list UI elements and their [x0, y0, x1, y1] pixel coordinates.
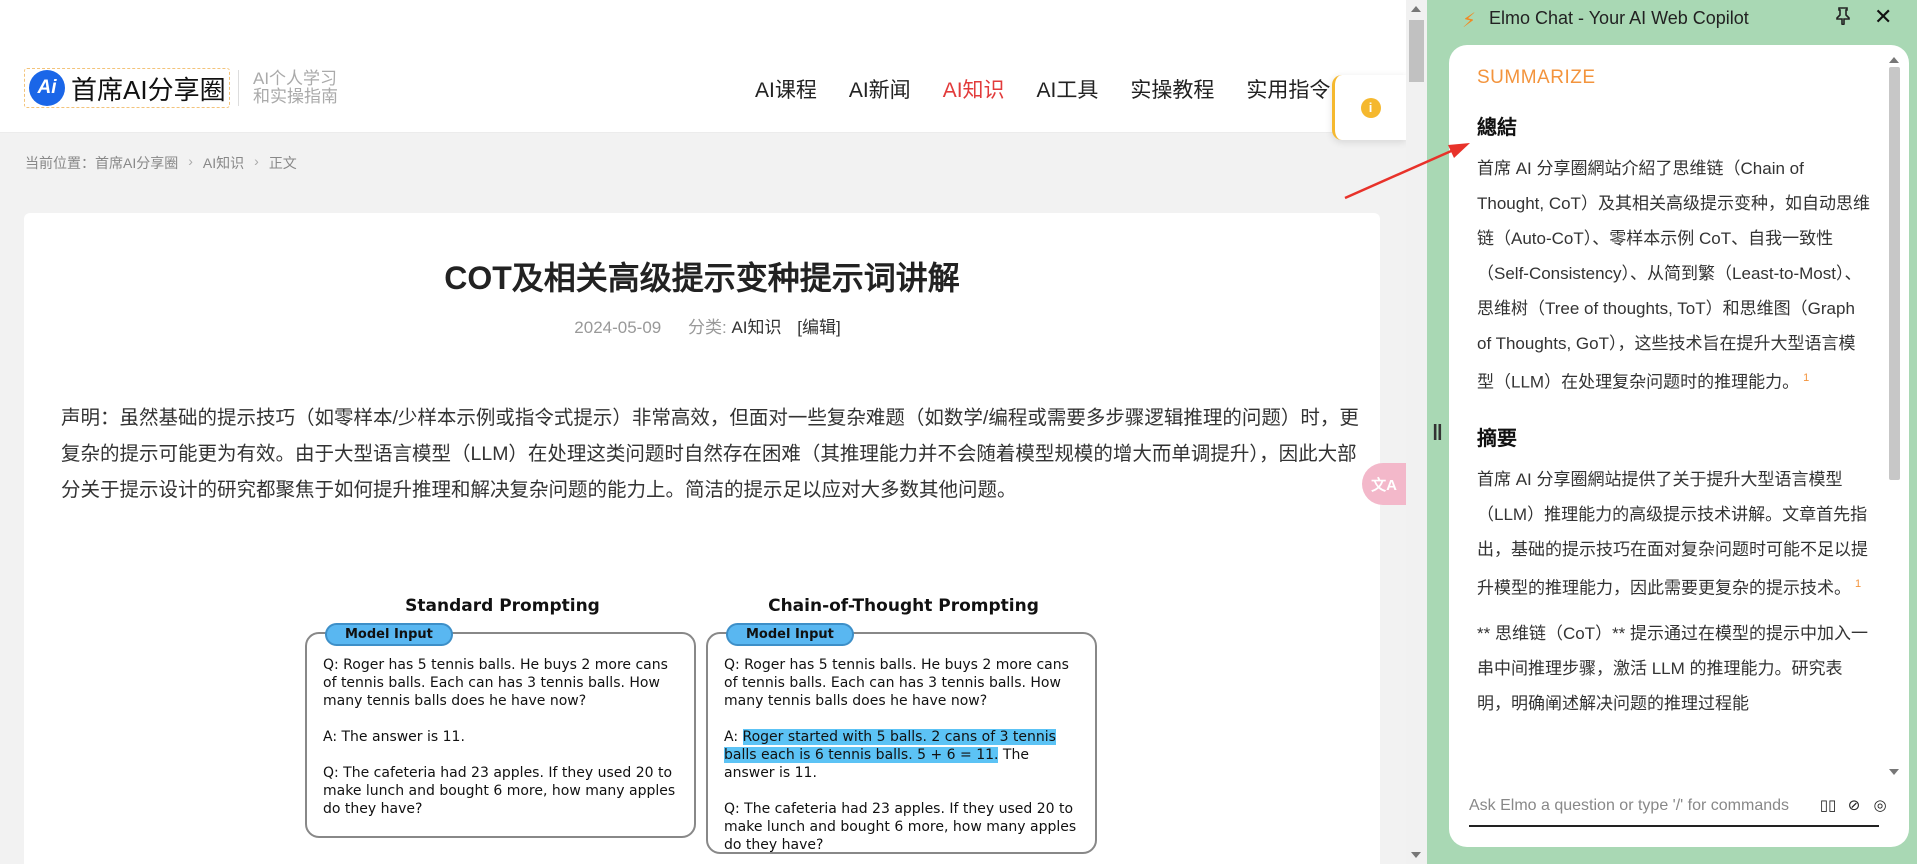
- edit-link[interactable]: [编辑]: [797, 318, 840, 337]
- translate-icon: 文A: [1371, 476, 1397, 494]
- breadcrumb-current: 正文: [268, 155, 297, 171]
- logo-tagline-line1: AI个人学习: [253, 69, 338, 88]
- close-icon[interactable]: ✕: [1874, 4, 1892, 30]
- nav-ai-courses[interactable]: AI课程: [755, 74, 817, 104]
- summarize-label: SUMMARIZE: [1477, 67, 1596, 88]
- nav-tutorials[interactable]: 实操教程: [1130, 74, 1214, 104]
- logo-tagline: AI个人学习 和实操指南: [253, 70, 338, 106]
- panel-scrollbar-thumb[interactable]: [1889, 67, 1900, 480]
- site-header: Ai 首席AI分享圈 AI个人学习 和实操指南 AI课程 AI新闻 AI知识 A…: [0, 0, 1406, 133]
- figure-question-2: Q: The cafeteria had 23 apples. If they …: [724, 801, 1077, 853]
- ask-input[interactable]: [1469, 793, 1809, 819]
- nav-ai-knowledge[interactable]: AI知识: [943, 74, 1005, 104]
- breadcrumb-home[interactable]: 首席AI分享圈: [95, 153, 178, 173]
- figure-right-box: Q: Roger has 5 tennis balls. He buys 2 m…: [706, 632, 1097, 854]
- nav-ai-tools[interactable]: AI工具: [1037, 74, 1099, 104]
- model-input-pill: Model Input: [726, 623, 854, 646]
- nav-prompts[interactable]: 实用指令: [1246, 74, 1330, 104]
- section-text-conclusion: 首席 AI 分享圈網站介紹了思维链（Chain of Thought, CoT）…: [1477, 151, 1872, 400]
- logo-tagline-line2: 和实操指南: [253, 87, 338, 106]
- article-date: 2024-05-09: [574, 318, 662, 337]
- logo-divider: [238, 70, 239, 106]
- cot-figure: Standard Prompting Q: Roger has 5 tennis…: [305, 596, 1100, 864]
- breadcrumb-separator: ›: [188, 153, 193, 169]
- info-float-button[interactable]: i: [1332, 75, 1406, 140]
- section-title-abstract: 摘要: [1477, 427, 1517, 450]
- ask-toolbar: ▯▯ ⊘ ◎: [1814, 796, 1892, 814]
- section-text-abstract: 首席 AI 分享圈網站提供了关于提升大型语言模型（LLM）推理能力的高级提示技术…: [1477, 462, 1872, 606]
- elmo-chat-panel: ⚡ Elmo Chat - Your AI Web Copilot ✕ ‖ SU…: [1427, 0, 1917, 864]
- category-link[interactable]: AI知识: [731, 318, 781, 337]
- category-label: 分类:: [687, 318, 727, 337]
- breadcrumb: 当前位置： 首席AI分享圈 › AI知识 › 正文: [25, 153, 297, 173]
- article-title: COT及相关高级提示变种提示词讲解: [444, 260, 960, 296]
- panel-body: SUMMARIZE 總結 首席 AI 分享圈網站介紹了思维链（Chain of …: [1449, 45, 1909, 847]
- logo-badge: Ai: [29, 70, 65, 106]
- cot-answer-prefix: A:: [724, 729, 743, 745]
- breadcrumb-prefix: 当前位置：: [25, 155, 95, 171]
- citation-link[interactable]: 1: [1855, 578, 1861, 590]
- logo-text: 首席AI分享圈: [71, 74, 226, 105]
- panel-header: ⚡ Elmo Chat - Your AI Web Copilot ✕: [1427, 0, 1917, 38]
- standard-prompting-panel: Standard Prompting Q: Roger has 5 tennis…: [305, 596, 700, 838]
- panel-title: Elmo Chat - Your AI Web Copilot: [1489, 8, 1749, 28]
- page-scrollbar[interactable]: [1406, 0, 1427, 864]
- panel-scroll-up-icon[interactable]: [1889, 57, 1899, 63]
- bolt-icon: ⚡: [1462, 10, 1477, 32]
- scroll-up-arrow-icon[interactable]: [1411, 6, 1421, 12]
- no-screenshot-icon[interactable]: ⊘: [1842, 796, 1866, 814]
- pin-icon[interactable]: [1835, 7, 1851, 30]
- figure-question-2: Q: The cafeteria had 23 apples. If they …: [323, 765, 676, 817]
- breadcrumb-category[interactable]: AI知识: [203, 153, 244, 173]
- page-context-icon[interactable]: ▯▯: [1816, 796, 1840, 814]
- section-text-conclusion-body: 首席 AI 分享圈網站介紹了思维链（Chain of Thought, CoT）…: [1477, 159, 1870, 392]
- main-nav: AI课程 AI新闻 AI知识 AI工具 实操教程 实用指令: [755, 74, 1362, 104]
- section-title-conclusion: 總結: [1477, 117, 1517, 139]
- article-meta: 2024-05-09 分类: AI知识 [编辑]: [24, 313, 1380, 338]
- ask-bar: ▯▯ ⊘ ◎: [1469, 787, 1887, 827]
- scroll-down-arrow-icon[interactable]: [1411, 852, 1421, 858]
- figure-standard-answer: A: The answer is 11.: [323, 729, 465, 745]
- resize-handle-icon[interactable]: ‖: [1432, 420, 1443, 446]
- category-meta: 分类: AI知识: [688, 318, 782, 337]
- article-paragraph: 声明：虽然基础的提示技巧（如零样本/少样本示例或指令式提示）非常高效，但面对一些…: [61, 407, 1359, 501]
- web-page: Ai 首席AI分享圈 AI个人学习 和实操指南 AI课程 AI新闻 AI知识 A…: [0, 0, 1406, 864]
- panel-scroll-down-icon[interactable]: [1889, 769, 1899, 775]
- model-input-pill: Model Input: [325, 623, 453, 646]
- section-text-cot: ** 思维链（CoT）** 提示通过在模型的提示中加入一串中间推理步骤，激活 L…: [1477, 624, 1869, 714]
- breadcrumb-separator: ›: [254, 153, 259, 169]
- translate-button[interactable]: 文A: [1362, 463, 1406, 505]
- settings-target-icon[interactable]: ◎: [1868, 796, 1892, 814]
- section-text-abstract-body: 首席 AI 分享圈網站提供了关于提升大型语言模型（LLM）推理能力的高级提示技术…: [1477, 469, 1868, 598]
- citation-link[interactable]: 1: [1803, 372, 1809, 384]
- figure-right-heading: Chain-of-Thought Prompting: [768, 596, 1039, 616]
- figure-cot-answer: A: Roger started with 5 balls. 2 cans of…: [724, 728, 1077, 782]
- figure-question-1: Q: Roger has 5 tennis balls. He buys 2 m…: [724, 657, 1069, 709]
- page-scrollbar-thumb[interactable]: [1409, 20, 1424, 82]
- panel-scrollbar[interactable]: [1886, 57, 1902, 775]
- figure-left-heading: Standard Prompting: [405, 596, 600, 616]
- figure-left-box: Q: Roger has 5 tennis balls. He buys 2 m…: [305, 632, 696, 838]
- cot-prompting-panel: Chain-of-Thought Prompting Q: Roger has …: [706, 596, 1101, 854]
- site-logo[interactable]: Ai 首席AI分享圈: [24, 68, 230, 108]
- nav-ai-news[interactable]: AI新闻: [849, 74, 911, 104]
- summary-content: SUMMARIZE 總結 首席 AI 分享圈網站介紹了思维链（Chain of …: [1449, 45, 1884, 775]
- info-icon: i: [1360, 97, 1381, 118]
- figure-question-1: Q: Roger has 5 tennis balls. He buys 2 m…: [323, 657, 668, 709]
